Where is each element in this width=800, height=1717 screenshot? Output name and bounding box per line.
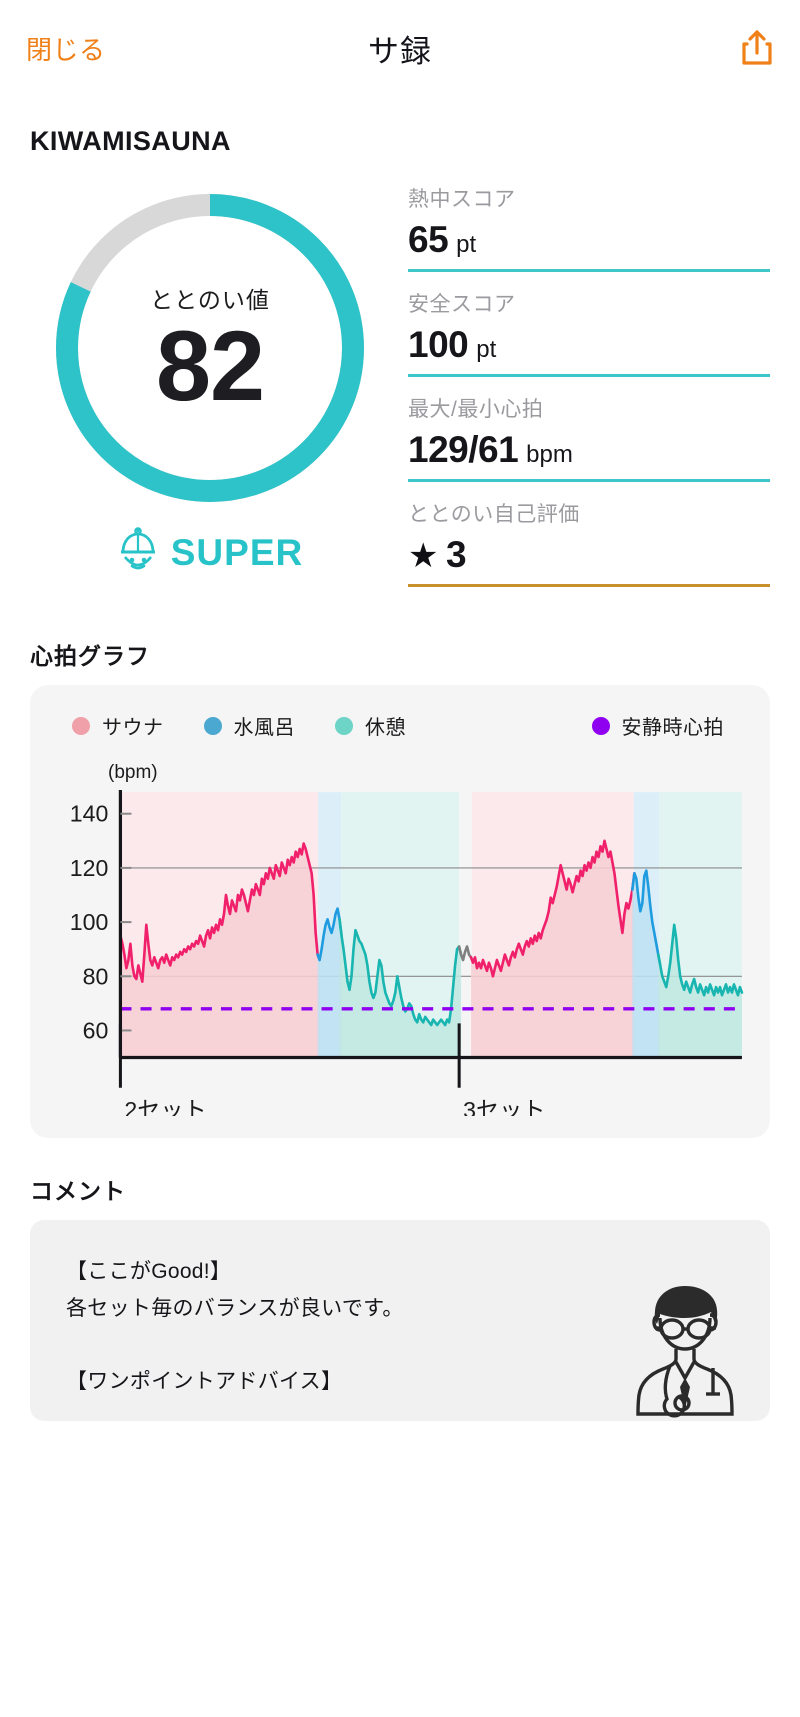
chart-y-axis-unit: (bpm): [108, 762, 158, 783]
comment-card: 【ここがGood!】 各セット毎のバランスが良いです。 【ワンポイントアドバイス…: [30, 1219, 770, 1421]
svg-text:140: 140: [70, 801, 109, 827]
stat-value-row: 129/61 bpm: [408, 429, 770, 471]
gauge-column: ととのい値 82 SUPER: [30, 183, 390, 603]
navbar: 閉じる サ録: [0, 0, 800, 96]
svg-text:60: 60: [83, 1017, 109, 1043]
gauge-value: 82: [155, 310, 265, 422]
legend-dot-icon: [335, 716, 353, 735]
stat-label: 安全スコア: [408, 293, 516, 316]
stat-unit: pt: [476, 336, 497, 363]
stat-number: 65: [408, 219, 449, 260]
chart-section-heading: 心拍グラフ: [30, 643, 150, 669]
heart-rate-chart-card: サウナ 水風呂 休憩 安静時心拍 (bpm) 60 80 100 120 140 2セット…: [30, 685, 770, 1138]
stat-value-row: 65 pt: [408, 219, 770, 261]
stat-max-min-hr: 最大/最小心拍 129/61 bpm: [408, 393, 770, 482]
svg-text:80: 80: [83, 963, 109, 989]
svg-text:120: 120: [70, 855, 109, 881]
comment-body: 【ここがGood!】 各セット毎のバランスが良いです。 【ワンポイントアドバイス…: [66, 1259, 404, 1394]
legend-dot-icon: [591, 716, 610, 735]
legend-item-sauna: サウナ: [72, 711, 164, 740]
legend-item-resting-hr: 安静時心拍: [591, 711, 725, 740]
doctor-avatar-icon: [610, 1272, 760, 1421]
page-title: サ録: [368, 33, 432, 69]
summary-section: ととのい値 82 SUPER 熱中スコア 65 pt 安全スコア 100 pt …: [0, 157, 800, 603]
legend-dot-icon: [203, 716, 222, 735]
legend-label: 水風呂: [233, 717, 295, 739]
stat-value-row: 100 pt: [408, 324, 770, 366]
rank-badge: SUPER: [117, 527, 303, 578]
stat-heat-score: 熱中スコア 65 pt: [408, 183, 770, 272]
stat-label: 最大/最小心拍: [408, 398, 544, 421]
stat-label: ととのい自己評価: [408, 503, 580, 526]
legend-item-mizuburo: 水風呂: [203, 711, 296, 740]
legend-item-kyukei: 休憩: [335, 711, 406, 740]
svg-text:3セット: 3セット: [463, 1097, 545, 1116]
totonoi-gauge: ととのい値 82: [45, 183, 375, 513]
stat-safety-score: 安全スコア 100 pt: [408, 288, 770, 377]
legend-dot-icon: [72, 716, 90, 735]
stat-value-row: ★ 3: [408, 534, 770, 576]
rank-label: SUPER: [170, 531, 304, 573]
svg-text:100: 100: [70, 909, 109, 935]
stat-label: 熱中スコア: [408, 188, 516, 211]
heart-rate-plot: 60 80 100 120 140 2セット 3セット: [48, 784, 752, 1116]
star-icon: ★: [408, 537, 438, 575]
sauna-hat-icon: [117, 527, 159, 578]
chart-legend: サウナ 水風呂 休憩 安静時心拍: [48, 711, 752, 746]
stat-unit: pt: [456, 231, 477, 258]
stat-self-rating: ととのい自己評価 ★ 3: [408, 498, 770, 587]
stat-unit: bpm: [526, 441, 573, 468]
stat-number: 100: [408, 324, 469, 365]
svg-text:2セット: 2セット: [124, 1097, 206, 1116]
close-button[interactable]: 閉じる: [26, 30, 106, 67]
share-icon[interactable]: [740, 29, 774, 67]
comment-section-heading: コメント: [30, 1177, 126, 1204]
legend-label: サウナ: [102, 717, 164, 739]
venue-name: KIWAMISAUNA: [30, 126, 231, 156]
stat-number: 129/61: [408, 429, 519, 470]
legend-label: 休憩: [365, 717, 406, 739]
stats-list: 熱中スコア 65 pt 安全スコア 100 pt 最大/最小心拍 129/61 …: [390, 183, 770, 603]
sauna-record-screen: 閉じる サ録 KIWAMISAUNA ととのい値 82 SUPER 熱中スコア …: [0, 0, 800, 1717]
stat-number: 3: [445, 534, 467, 575]
legend-label: 安静時心拍: [621, 717, 724, 739]
